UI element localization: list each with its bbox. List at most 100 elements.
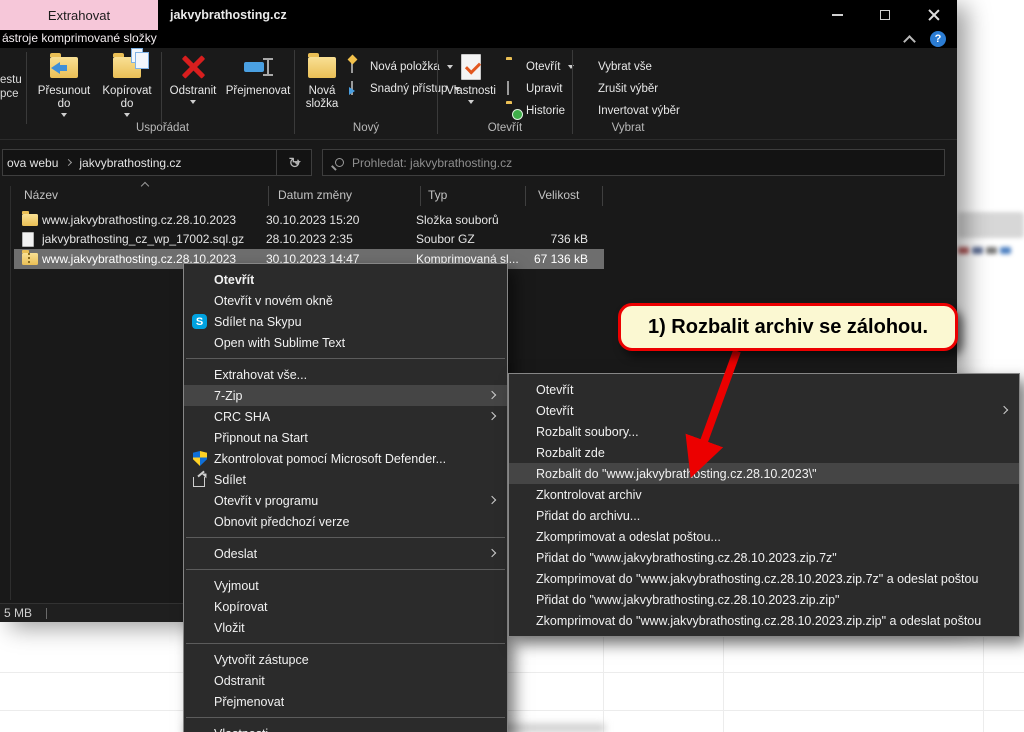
- background-grid-line: [983, 622, 984, 732]
- collapse-ribbon-icon[interactable]: [905, 34, 914, 43]
- close-icon: [927, 8, 940, 21]
- search-input[interactable]: [352, 156, 944, 170]
- menu-item-icon: [517, 550, 533, 566]
- column-separator[interactable]: [525, 186, 526, 206]
- menu-item[interactable]: Zkomprimovat a odeslat poštou...: [509, 526, 1019, 547]
- menu-item-icon: [192, 578, 208, 594]
- menu-item[interactable]: Zkomprimovat do "www.jakvybrathosting.cz…: [509, 568, 1019, 589]
- menu-item[interactable]: CRC SHA: [184, 406, 507, 427]
- tab-extrahovat[interactable]: Extrahovat: [0, 0, 158, 30]
- menu-item[interactable]: Vytvořit zástupce: [184, 649, 507, 670]
- rename-button[interactable]: Přejmenovat: [224, 52, 292, 122]
- menu-item-label: Zkontrolovat archiv: [536, 488, 642, 502]
- menu-item[interactable]: Rozbalit do "www.jakvybrathosting.cz.28.…: [509, 463, 1019, 484]
- menu-item[interactable]: Sdílet na Skypu: [184, 311, 507, 332]
- menu-item-label: Zkontrolovat pomocí Microsoft Defender..…: [214, 452, 446, 466]
- close-button[interactable]: [910, 0, 956, 29]
- menu-item[interactable]: Extrahovat vše...: [184, 364, 507, 385]
- status-divider: [46, 608, 47, 619]
- menu-item-label: 7-Zip: [214, 389, 242, 403]
- menu-item-label: Vložit: [214, 621, 245, 635]
- menu-item[interactable]: Vyjmout: [184, 575, 507, 596]
- breadcrumb-segment[interactable]: jakvybrathosting.cz: [75, 156, 185, 170]
- menu-item[interactable]: Rozbalit zde: [509, 442, 1019, 463]
- menu-item[interactable]: Odeslat: [184, 543, 507, 564]
- menu-item[interactable]: Vlastnosti: [184, 723, 507, 732]
- easy-access-icon: [350, 82, 365, 97]
- ribbon-tab-row: ástroje komprimované složky ?: [0, 30, 957, 48]
- menu-item[interactable]: Otevřít v programu: [184, 490, 507, 511]
- menu-item[interactable]: Vložit: [184, 617, 507, 638]
- file-size: 67 136 kB: [522, 252, 596, 266]
- menu-item[interactable]: Přidat do "www.jakvybrathosting.cz.28.10…: [509, 547, 1019, 568]
- menu-item[interactable]: Obnovit předchozí verze: [184, 511, 507, 532]
- submenu-arrow-icon: [488, 496, 496, 504]
- menu-item[interactable]: Přidat do archivu...: [509, 505, 1019, 526]
- minimize-icon: [832, 14, 843, 16]
- menu-item-icon: [192, 293, 208, 309]
- menu-item-label: Otevřít: [214, 273, 254, 287]
- column-separator[interactable]: [420, 186, 421, 206]
- menu-item[interactable]: Kopírovat: [184, 596, 507, 617]
- invert-selection-button[interactable]: Invertovat výběr: [578, 102, 680, 120]
- menu-item[interactable]: Připnout na Start: [184, 427, 507, 448]
- blurred-background-bar: [958, 212, 1024, 238]
- minimize-button[interactable]: [814, 0, 860, 29]
- menu-item-icon: [192, 546, 208, 562]
- defender-icon: [193, 451, 207, 466]
- open-button[interactable]: Otevřít: [506, 58, 574, 76]
- new-folder-button[interactable]: Nová složka: [297, 52, 347, 122]
- ribbon-separator: [26, 52, 27, 124]
- menu-item[interactable]: Open with Sublime Text: [184, 332, 507, 353]
- folder-move-icon: [47, 52, 81, 82]
- column-separator[interactable]: [602, 186, 603, 206]
- menu-item[interactable]: Otevřít v novém okně: [184, 290, 507, 311]
- maximize-button[interactable]: [862, 0, 908, 29]
- menu-item-label: Odstranit: [214, 674, 265, 688]
- menu-item[interactable]: Zkontrolovat archiv: [509, 484, 1019, 505]
- menu-item-label: Zkomprimovat do "www.jakvybrathosting.cz…: [536, 572, 978, 586]
- delete-button[interactable]: Odstranit: [164, 52, 222, 122]
- search-box[interactable]: [322, 149, 945, 176]
- history-button[interactable]: Historie: [506, 102, 565, 120]
- clipped-label: pce: [0, 88, 19, 100]
- properties-button[interactable]: Vlastnosti: [440, 52, 502, 122]
- column-header-date[interactable]: Datum změny: [278, 188, 352, 202]
- column-header-type[interactable]: Typ: [428, 188, 447, 202]
- menu-item[interactable]: Zkontrolovat pomocí Microsoft Defender..…: [184, 448, 507, 469]
- column-separator[interactable]: [268, 186, 269, 206]
- file-row[interactable]: jakvybrathosting_cz_wp_17002.sql.gz 28.1…: [14, 230, 604, 250]
- select-all-button[interactable]: Vybrat vše: [578, 58, 652, 76]
- status-size-text: 5 MB: [4, 606, 32, 620]
- menu-separator: [186, 643, 505, 644]
- menu-item-icon: [192, 694, 208, 710]
- column-header-size[interactable]: Velikost: [538, 188, 579, 202]
- move-to-button[interactable]: Přesunout do: [33, 52, 95, 122]
- annotation-text: 1) Rozbalit archiv se zálohou.: [648, 316, 928, 339]
- column-header-name[interactable]: Název: [24, 188, 58, 202]
- address-bar[interactable]: ova webu jakvybrathosting.cz: [2, 149, 312, 176]
- copy-to-button[interactable]: Kopírovat do: [96, 52, 158, 122]
- window-title: jakvybrathosting.cz: [170, 0, 287, 30]
- menu-item[interactable]: Přidat do "www.jakvybrathosting.cz.28.10…: [509, 589, 1019, 610]
- menu-item[interactable]: Otevřít: [184, 269, 507, 290]
- breadcrumb-segment[interactable]: ova webu: [3, 156, 62, 170]
- menu-item[interactable]: Otevřít: [509, 400, 1019, 421]
- menu-item[interactable]: Sdílet: [184, 469, 507, 490]
- menu-item[interactable]: Zkomprimovat do "www.jakvybrathosting.cz…: [509, 610, 1019, 631]
- rename-icon: [241, 52, 275, 82]
- file-size: 736 kB: [522, 232, 596, 246]
- help-button[interactable]: ?: [930, 31, 946, 47]
- refresh-button[interactable]: ↻: [276, 149, 312, 176]
- menu-item-icon: [517, 592, 533, 608]
- menu-item[interactable]: Přejmenovat: [184, 691, 507, 712]
- file-row[interactable]: www.jakvybrathosting.cz.28.10.2023 30.10…: [14, 210, 604, 230]
- menu-item[interactable]: Odstranit: [184, 670, 507, 691]
- menu-item[interactable]: Otevřít: [509, 379, 1019, 400]
- menu-item[interactable]: Rozbalit soubory...: [509, 421, 1019, 442]
- menu-item-label: Rozbalit do "www.jakvybrathosting.cz.28.…: [536, 467, 817, 481]
- menu-item[interactable]: 7-Zip: [184, 385, 507, 406]
- menu-item-label: Sdílet: [214, 473, 246, 487]
- edit-button[interactable]: Upravit: [506, 80, 562, 98]
- select-none-button[interactable]: Zrušit výběr: [578, 80, 658, 98]
